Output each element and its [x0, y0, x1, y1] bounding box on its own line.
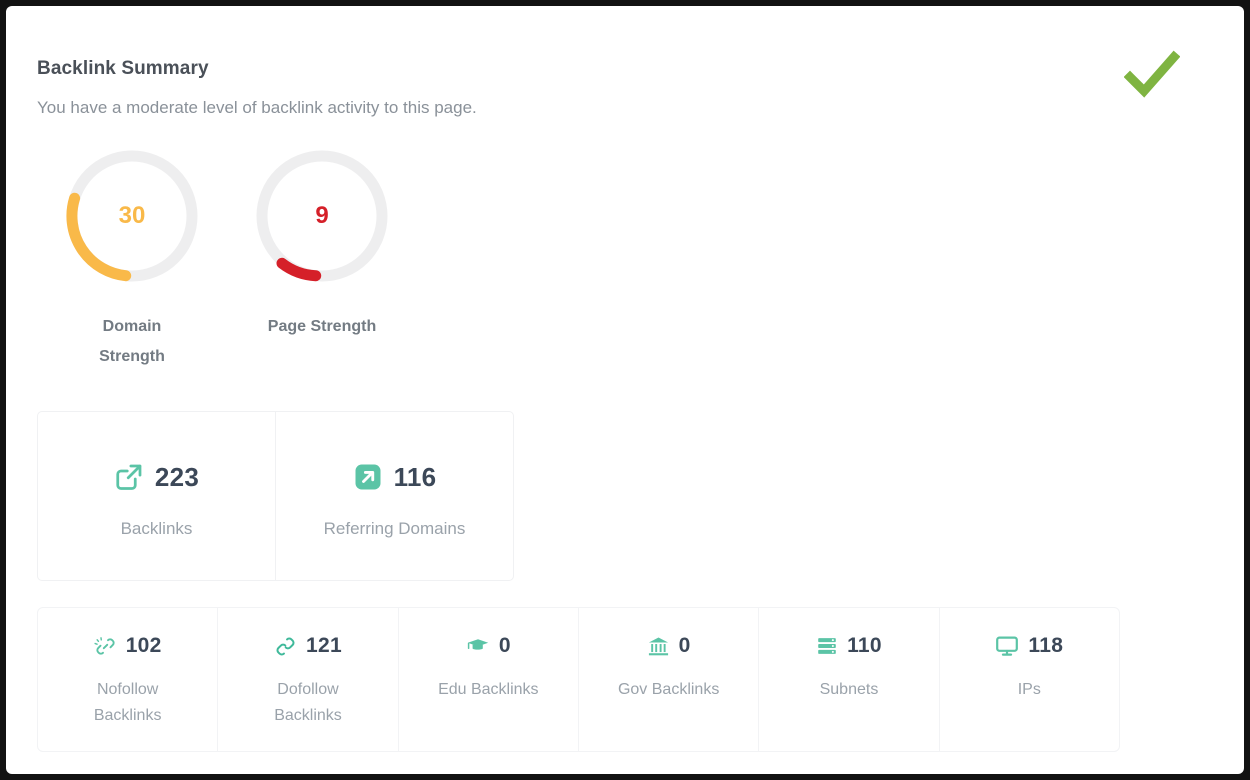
stat-value: 223 — [154, 461, 200, 492]
gauge-value: 9 — [315, 202, 329, 229]
gauge-label: Page Strength — [267, 318, 377, 335]
page-subtitle: You have a moderate level of backlink ac… — [37, 98, 477, 117]
stat-card-referring-domains[interactable]: 116 Referring Domains — [275, 412, 513, 581]
primary-stats-grid: 223 Backlinks 116 Referring Domains — [37, 411, 514, 582]
stat-value: 102 — [125, 634, 162, 658]
stat-value: 110 — [847, 634, 882, 658]
check-icon — [1124, 48, 1180, 100]
link-icon — [274, 635, 297, 658]
secondary-stats-grid: 102 Nofollow Backlinks 121 Dofollow Back… — [37, 607, 1120, 753]
graduation-cap-icon — [466, 634, 490, 658]
panel-body: Backlink Summary You have a moderate lev… — [6, 6, 1244, 774]
backlink-summary-card: Backlink Summary You have a moderate lev… — [6, 6, 1244, 774]
stat-label: Backlinks — [120, 519, 193, 539]
stat-value: 121 — [306, 634, 342, 658]
gauge-page-strength: 9 Page Strength — [227, 146, 417, 371]
stat-label: Edu Backlinks — [438, 681, 539, 699]
donut-gauge-icon: 9 — [252, 146, 392, 286]
stat-card-backlinks[interactable]: 223 Backlinks — [38, 412, 275, 580]
arrow-up-right-filled-icon — [353, 462, 383, 492]
stat-label: IPs — [1017, 681, 1041, 699]
stat-value: 0 — [498, 634, 511, 658]
gauge-domain-strength: 30 Domain Strength — [37, 146, 227, 371]
monitor-icon — [995, 634, 1019, 658]
stat-value: 116 — [393, 461, 437, 492]
stat-card-gov-backlinks[interactable]: 0 Gov Backlinks — [577, 608, 758, 752]
bank-icon — [647, 635, 670, 658]
server-icon — [816, 635, 838, 657]
stat-label: Subnets — [819, 681, 879, 699]
stat-value: 118 — [1028, 634, 1064, 658]
donut-gauge-icon: 30 — [62, 146, 202, 286]
stat-card-ips[interactable]: 118 IPs — [938, 608, 1119, 752]
external-link-icon — [114, 462, 144, 492]
gauge-value: 30 — [118, 202, 146, 229]
broken-link-icon — [94, 635, 117, 658]
stat-label: Nofollow Backlinks — [93, 681, 162, 724]
stat-card-edu-backlinks[interactable]: 0 Edu Backlinks — [397, 608, 578, 752]
stat-value: 0 — [678, 634, 691, 658]
page-title: Backlink Summary — [37, 58, 209, 79]
stat-label: Referring Domains — [323, 519, 466, 539]
stat-card-dofollow-backlinks[interactable]: 121 Dofollow Backlinks — [217, 608, 397, 752]
gauge-label: Domain Strength — [99, 318, 165, 365]
stat-label: Dofollow Backlinks — [274, 681, 342, 724]
stat-label: Gov Backlinks — [617, 681, 720, 699]
strength-gauges: 30 Domain Strength 9 Page Strength — [37, 146, 1218, 371]
stat-card-subnets[interactable]: 110 Subnets — [758, 608, 938, 752]
stat-card-nofollow-backlinks[interactable]: 102 Nofollow Backlinks — [38, 608, 217, 751]
